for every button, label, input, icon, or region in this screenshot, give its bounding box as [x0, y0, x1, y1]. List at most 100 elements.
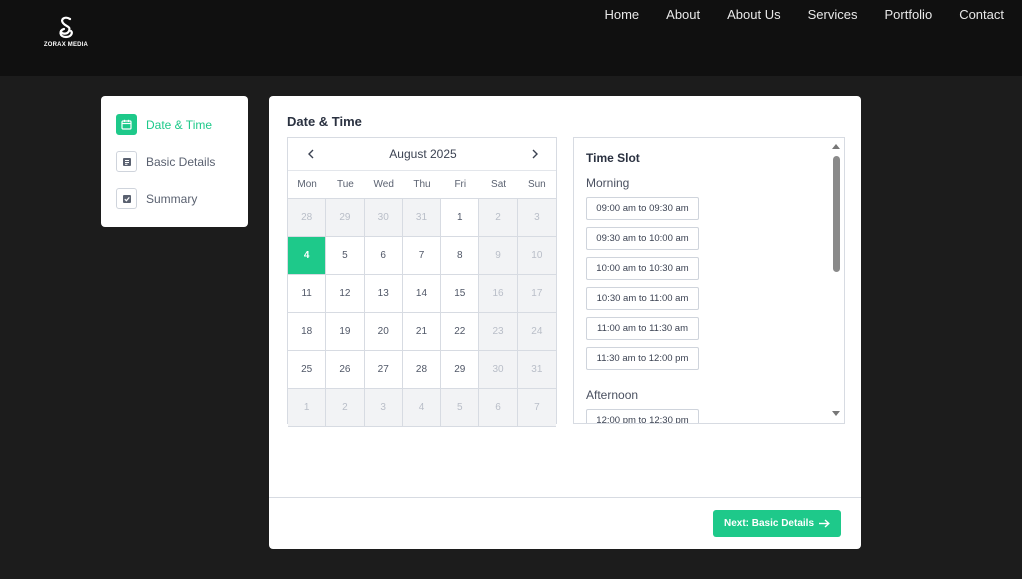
calendar-day[interactable]: 28: [402, 351, 442, 389]
section-title: Date & Time: [287, 114, 362, 129]
scroll-down-arrow[interactable]: [832, 411, 840, 416]
calendar-day[interactable]: 4: [288, 237, 327, 275]
weekday-label: Thu: [413, 179, 431, 190]
calendar-day[interactable]: 30: [364, 199, 403, 237]
calendar-day[interactable]: 27: [364, 351, 403, 389]
step-date-time[interactable]: Date & Time: [116, 114, 248, 135]
time-slot-button[interactable]: 09:00 am to 09:30 am: [586, 197, 699, 220]
calendar-day[interactable]: 12: [326, 275, 365, 313]
document-icon: [116, 151, 137, 172]
booking-card: Date & Time August 2025 Mon Tue Wed Thu Fri S…: [269, 96, 861, 549]
calendar-day[interactable]: 6: [364, 237, 403, 275]
calendar-day[interactable]: 11: [288, 275, 327, 313]
calendar-day[interactable]: 24: [517, 313, 556, 351]
calendar-day[interactable]: 3: [364, 389, 403, 427]
calendar: August 2025 Mon Tue Wed Thu Fri Sat Sun 28 29 30…: [287, 137, 557, 427]
calendar-month: August 2025: [389, 147, 457, 161]
calendar-day[interactable]: 3: [517, 199, 556, 237]
calendar-day[interactable]: 29: [441, 351, 480, 389]
time-slot-button[interactable]: 10:00 am to 10:30 am: [586, 257, 699, 280]
weekday-label: Sat: [491, 179, 507, 190]
scroll-up-arrow[interactable]: [832, 144, 840, 149]
calendar-day[interactable]: 6: [479, 389, 518, 427]
calendar-day[interactable]: 28: [288, 199, 327, 237]
calendar-day[interactable]: 16: [479, 275, 518, 313]
nav-about[interactable]: About: [666, 7, 700, 22]
weekday-label: Mon: [297, 179, 317, 190]
calendar-day[interactable]: 13: [364, 275, 403, 313]
step-label-basic-details: Basic Details: [146, 154, 216, 169]
calendar-day[interactable]: 4: [402, 389, 442, 427]
next-button-label: Next: Basic Details: [723, 518, 815, 529]
calendar-days: 28 29 30 31 1 2 3 4 5 6 7 8 9 10 11 12 13 14 15 16 17 18 19 20 2…: [288, 199, 556, 427]
nav-portfolio[interactable]: Portfolio: [884, 7, 932, 22]
weekday-row: Mon Tue Wed Thu Fri Sat Sun: [288, 171, 556, 199]
calendar-day[interactable]: 2: [479, 199, 518, 237]
calendar-icon: [116, 114, 137, 135]
calendar-day[interactable]: 30: [479, 351, 518, 389]
calendar-day[interactable]: 20: [364, 313, 403, 351]
nav-contact[interactable]: Contact: [959, 7, 1004, 22]
checklist-icon: [116, 188, 137, 209]
nav-home[interactable]: Home: [604, 7, 639, 22]
calendar-day[interactable]: 10: [517, 237, 556, 275]
chevron-left-icon: [308, 149, 314, 159]
calendar-day[interactable]: 31: [402, 199, 442, 237]
slots-scrollbar[interactable]: [828, 138, 844, 423]
calendar-day[interactable]: 21: [402, 313, 442, 351]
weekday-label: Fri: [454, 179, 467, 190]
step-label-date-time: Date & Time: [146, 117, 213, 132]
calendar-day[interactable]: 29: [326, 199, 365, 237]
time-slot-title: Time Slot: [586, 151, 640, 165]
step-basic-details[interactable]: Basic Details: [116, 151, 248, 172]
next-basic-details-button[interactable]: Next: Basic Details: [713, 510, 841, 537]
calendar-day[interactable]: 9: [479, 237, 518, 275]
nav-about-us[interactable]: About Us: [727, 7, 780, 22]
arrow-right-icon: [819, 519, 830, 528]
calendar-day[interactable]: 5: [441, 389, 480, 427]
calendar-day[interactable]: 26: [326, 351, 365, 389]
nav-services[interactable]: Services: [808, 7, 858, 22]
weekday-label: Tue: [336, 179, 354, 190]
top-navbar: ZORAX MEDIA Home About About Us Services…: [0, 0, 1022, 76]
time-slot-button[interactable]: 09:30 am to 10:00 am: [586, 227, 699, 250]
calendar-day[interactable]: 18: [288, 313, 327, 351]
logo-icon: [59, 16, 73, 39]
brand-name: ZORAX MEDIA: [43, 42, 89, 48]
chevron-right-icon: [532, 149, 538, 159]
booking-steps: Date & Time Basic Details Summary: [101, 96, 248, 227]
time-slot-panel[interactable]: Time Slot Morning 09:00 am to 09:30 am 0…: [573, 137, 845, 424]
calendar-day[interactable]: 2: [326, 389, 365, 427]
calendar-day[interactable]: 1: [441, 199, 480, 237]
weekday-label: Wed: [373, 179, 394, 190]
morning-label: Morning: [586, 176, 630, 190]
calendar-day[interactable]: 22: [441, 313, 480, 351]
main-nav: Home About About Us Services Portfolio C…: [604, 7, 1004, 22]
weekday-label: Sun: [527, 179, 546, 190]
calendar-day[interactable]: 19: [326, 313, 365, 351]
calendar-day[interactable]: 23: [479, 313, 518, 351]
calendar-day[interactable]: 15: [441, 275, 480, 313]
time-slot-button[interactable]: 11:00 am to 11:30 am: [586, 317, 699, 340]
calendar-day[interactable]: 1: [288, 389, 327, 427]
time-slot-button[interactable]: 12:00 pm to 12:30 pm: [586, 409, 699, 423]
step-label-summary: Summary: [146, 191, 198, 206]
time-slot-button[interactable]: 11:30 am to 12:00 pm: [586, 347, 699, 370]
prev-month-button[interactable]: [304, 147, 318, 161]
calendar-day[interactable]: 7: [402, 237, 442, 275]
next-month-button[interactable]: [528, 147, 542, 161]
afternoon-label: Afternoon: [586, 388, 639, 402]
calendar-day[interactable]: 17: [517, 275, 556, 313]
scroll-thumb[interactable]: [833, 156, 840, 272]
calendar-day[interactable]: 14: [402, 275, 442, 313]
time-slot-button[interactable]: 10:30 am to 11:00 am: [586, 287, 699, 310]
calendar-day[interactable]: 25: [288, 351, 327, 389]
brand-logo[interactable]: ZORAX MEDIA: [42, 16, 90, 52]
calendar-day[interactable]: 7: [517, 389, 556, 427]
footer-divider: [269, 497, 861, 498]
calendar-header: August 2025: [288, 138, 556, 171]
calendar-day[interactable]: 31: [517, 351, 556, 389]
step-summary[interactable]: Summary: [116, 188, 248, 209]
calendar-day[interactable]: 5: [326, 237, 365, 275]
calendar-day[interactable]: 8: [441, 237, 480, 275]
